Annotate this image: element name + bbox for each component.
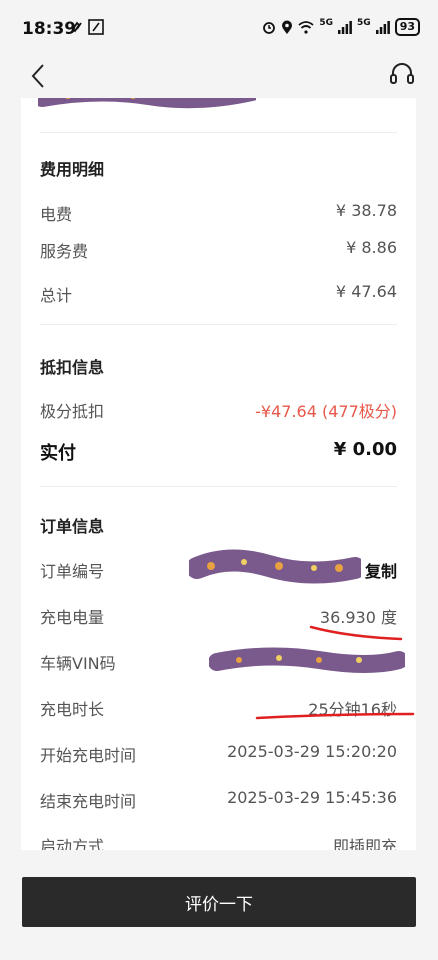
order-detail-card: 费用明细 电费 ¥ 38.78 服务费 ¥ 8.86 总计 ¥ 47.64 抵扣… <box>21 98 416 850</box>
signal-icon-2 <box>375 20 390 34</box>
start-mode-value: 即插即充 <box>332 837 397 850</box>
end-time-label: 结束充电时间 <box>40 792 137 811</box>
network-type-2: 5G <box>357 18 371 28</box>
chevron-left-icon[interactable] <box>28 62 50 90</box>
alarm-icon <box>263 22 276 34</box>
vin-label: 车辆VIN码 <box>40 654 116 673</box>
location-icon <box>282 20 293 34</box>
start-time-value: 2025-03-29 15:20:20 <box>227 742 397 761</box>
charged-energy-label: 充电电量 <box>40 608 105 627</box>
network-type-1: 5G <box>319 18 334 28</box>
duration-label: 充电时长 <box>40 700 105 719</box>
signal-icon <box>338 20 352 34</box>
divider <box>40 132 397 133</box>
copy-order-number-button[interactable]: 复制 <box>365 558 397 582</box>
paid-value: ¥ 0.00 <box>333 439 397 460</box>
status-time: 18:39 <box>22 19 77 39</box>
points-deduction-label: 极分抵扣 <box>40 402 105 421</box>
nav-bar <box>0 58 438 98</box>
deduction-section-title: 抵扣信息 <box>40 358 105 377</box>
battery-level: 93 <box>394 18 420 36</box>
total-label: 总计 <box>40 286 73 305</box>
electricity-fee-value: ¥ 38.78 <box>335 201 397 220</box>
link-icon <box>71 21 82 33</box>
handwritten-underline-duration <box>255 712 415 720</box>
redaction-scribble-vin <box>209 647 405 673</box>
electricity-fee-label: 电费 <box>40 205 73 224</box>
service-fee-value: ¥ 8.86 <box>346 238 397 257</box>
order-section-title: 订单信息 <box>40 517 105 536</box>
wifi-icon <box>298 20 314 34</box>
status-bar: 18:39 5G 5G 93 <box>0 0 438 58</box>
app-notification-icon <box>88 19 104 35</box>
review-button[interactable]: 评价一下 <box>22 877 416 927</box>
end-time-value: 2025-03-29 15:45:36 <box>227 788 397 807</box>
fees-section-title: 费用明细 <box>40 160 105 179</box>
order-number-label: 订单编号 <box>40 562 105 581</box>
redaction-scribble-title <box>38 98 256 109</box>
status-notification-icons <box>70 19 104 35</box>
headset-icon[interactable] <box>388 60 416 88</box>
divider <box>40 324 397 325</box>
paid-label: 实付 <box>40 443 76 464</box>
redaction-scribble-order-number <box>189 549 361 584</box>
service-fee-label: 服务费 <box>40 242 89 261</box>
start-mode-label: 启动方式 <box>40 837 105 850</box>
start-time-label: 开始充电时间 <box>40 746 137 765</box>
total-value: ¥ 47.64 <box>335 282 397 301</box>
divider <box>40 486 397 487</box>
handwritten-underline-energy <box>309 625 403 641</box>
status-right-icons: 5G 5G 93 <box>262 18 420 36</box>
points-deduction-value: -¥47.64 (477极分) <box>255 402 397 421</box>
